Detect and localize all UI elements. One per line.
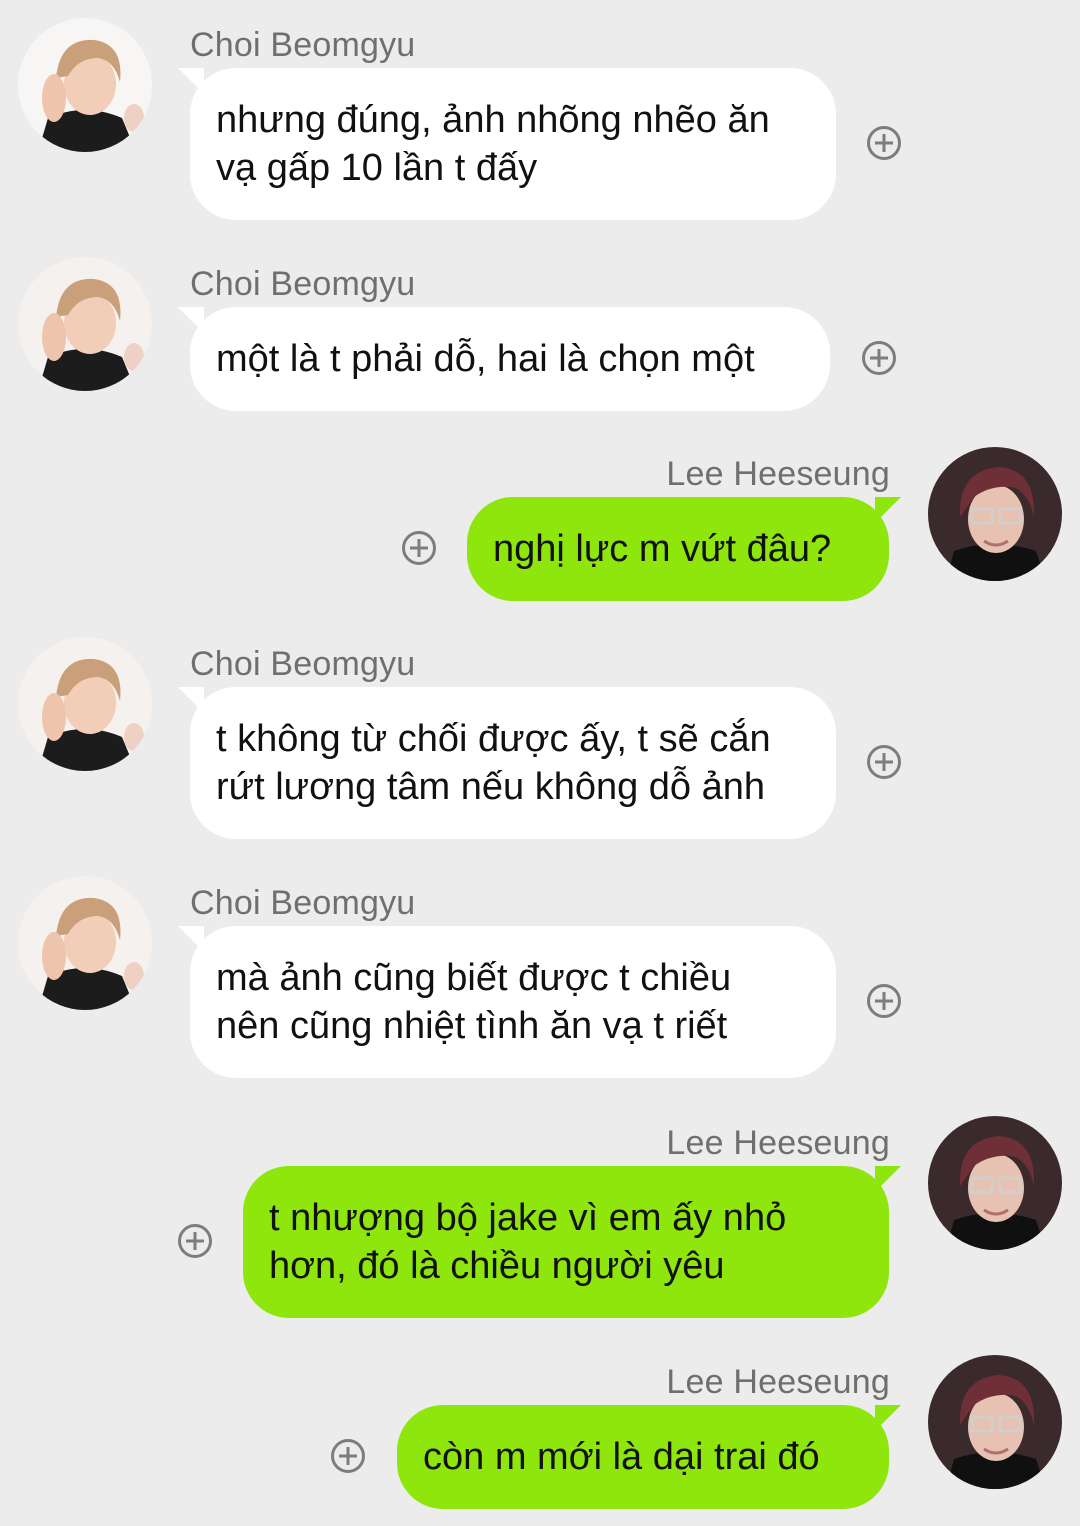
message-text-line: nên cũng nhiệt tình ăn vạ t riết <box>216 1005 728 1047</box>
avatar-image <box>928 1116 1062 1250</box>
avatar-image <box>928 1355 1062 1489</box>
add-reaction-icon[interactable] <box>178 1224 212 1258</box>
message-text-line: mà ảnh cũng biết được t chiều <box>216 957 732 999</box>
message-text-line: t nhượng bộ jake vì em ấy nhỏ <box>269 1197 787 1239</box>
message-bubble[interactable]: t không từ chối được ấy, t sẽ cắn rứt lư… <box>178 687 836 839</box>
message-text-line: còn m mới là dại trai đó <box>423 1436 820 1478</box>
avatar-image <box>18 637 152 771</box>
add-reaction-icon[interactable] <box>867 745 901 779</box>
add-reaction-icon[interactable] <box>331 1439 365 1473</box>
message-bubble[interactable]: còn m mới là dại trai đó <box>397 1405 901 1509</box>
bubble-tail <box>875 1405 901 1431</box>
message-text-line: nghị lực m vứt đâu? <box>493 528 832 570</box>
add-reaction-icon[interactable] <box>402 531 436 565</box>
avatar-image <box>18 18 152 152</box>
message-text-line: một là t phải dỗ, hai là chọn một <box>216 338 755 380</box>
avatar-choi-beomgyu[interactable] <box>18 257 152 391</box>
avatar-choi-beomgyu[interactable] <box>18 18 152 152</box>
avatar-choi-beomgyu[interactable] <box>18 637 152 771</box>
message-bubble[interactable]: t nhượng bộ jake vì em ấy nhỏ hơn, đó là… <box>243 1166 901 1318</box>
sender-name: Lee Heeseung <box>666 455 890 493</box>
add-reaction-icon[interactable] <box>867 984 901 1018</box>
message-text-line: rứt lương tâm nếu không dỗ ảnh <box>216 766 766 808</box>
sender-name: Lee Heeseung <box>666 1363 890 1401</box>
avatar-choi-beomgyu[interactable] <box>18 876 152 1010</box>
sender-name: Lee Heeseung <box>666 1124 890 1162</box>
message-bubble[interactable]: nhưng đúng, ảnh nhõng nhẽo ăn vạ gấp 10 … <box>178 68 836 220</box>
message-bubble[interactable]: mà ảnh cũng biết được t chiều nên cũng n… <box>178 926 836 1078</box>
bubble-tail <box>178 307 204 333</box>
sender-name: Choi Beomgyu <box>190 645 416 683</box>
message-text-line: nhưng đúng, ảnh nhõng nhẽo ăn <box>216 99 770 141</box>
add-reaction-icon[interactable] <box>867 126 901 160</box>
bubble-tail <box>178 687 204 713</box>
message-text-line: hơn, đó là chiều người yêu <box>269 1245 725 1287</box>
message-text-line: vạ gấp 10 lần t đấy <box>216 147 538 189</box>
avatar-lee-heeseung[interactable] <box>928 1355 1062 1489</box>
avatar-image <box>18 257 152 391</box>
avatar-image <box>928 447 1062 581</box>
message-bubble[interactable]: một là t phải dỗ, hai là chọn một <box>178 307 830 411</box>
add-reaction-icon[interactable] <box>862 341 896 375</box>
bubble-tail <box>178 68 204 94</box>
avatar-image <box>18 876 152 1010</box>
bubble-tail <box>875 1166 901 1192</box>
message-bubble[interactable]: nghị lực m vứt đâu? <box>467 497 901 601</box>
sender-name: Choi Beomgyu <box>190 265 416 303</box>
bubble-tail <box>875 497 901 523</box>
avatar-lee-heeseung[interactable] <box>928 1116 1062 1250</box>
sender-name: Choi Beomgyu <box>190 884 416 922</box>
bubble-tail <box>178 926 204 952</box>
sender-name: Choi Beomgyu <box>190 26 416 64</box>
avatar-lee-heeseung[interactable] <box>928 447 1062 581</box>
message-text-line: t không từ chối được ấy, t sẽ cắn <box>216 718 771 760</box>
